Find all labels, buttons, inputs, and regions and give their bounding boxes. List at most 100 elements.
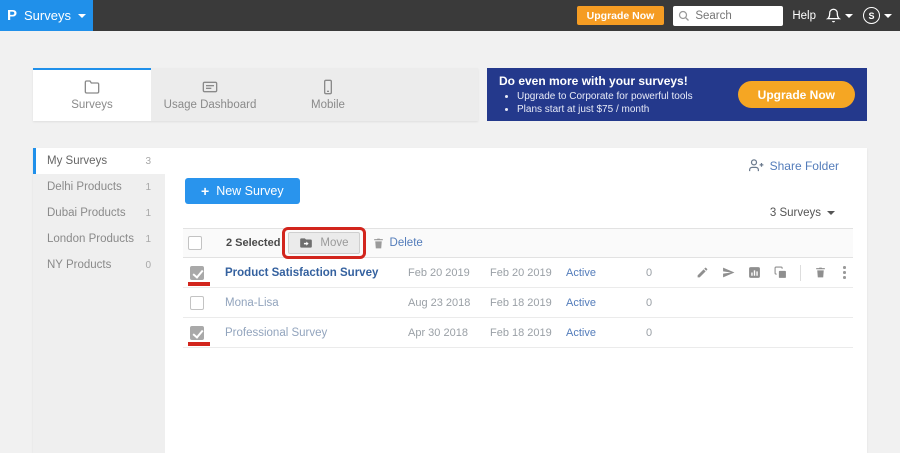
sidebar-item-my-surveys[interactable]: My Surveys 3 (33, 148, 165, 174)
proprofs-logo: P (7, 7, 17, 24)
modified-date: Feb 20 2019 (490, 267, 566, 279)
app-switcher-dropdown[interactable]: P Surveys (0, 0, 93, 31)
delete-button[interactable]: Delete (372, 237, 423, 250)
folder-label: Dubai Products (47, 207, 126, 219)
pencil-icon (696, 266, 709, 279)
move-button-wrap: Move (288, 232, 359, 254)
banner-bullet: Plans start at just $75 / month (517, 103, 693, 116)
actions-divider (800, 265, 801, 281)
move-button[interactable]: Move (288, 232, 359, 254)
trash-icon (372, 237, 385, 250)
dashboard-icon (202, 79, 218, 95)
tab-surveys[interactable]: Surveys (33, 68, 151, 121)
mobile-icon (320, 79, 336, 95)
promo-banner: Do even more with your surveys! Upgrade … (487, 68, 867, 121)
send-button[interactable] (722, 266, 735, 279)
chevron-down-icon (78, 14, 86, 18)
tab-label: Mobile (311, 99, 345, 111)
folder-label: NY Products (47, 259, 111, 271)
share-folder-link[interactable]: Share Folder (749, 158, 839, 173)
avatar: S (863, 7, 880, 24)
tab-label: Usage Dashboard (164, 99, 257, 111)
reports-button[interactable] (748, 266, 761, 279)
banner-title: Do even more with your surveys! (499, 74, 688, 88)
modified-date: Feb 18 2019 (490, 327, 566, 339)
account-dropdown[interactable]: S (863, 7, 892, 24)
bell-icon (826, 8, 841, 23)
modified-date: Feb 18 2019 (490, 297, 566, 309)
upgrade-now-button[interactable]: Upgrade Now (577, 6, 665, 25)
chevron-down-icon (827, 211, 835, 215)
surveys-content: Share Folder + New Survey 3 Surveys 2 Se… (165, 148, 867, 453)
folder-label: London Products (47, 233, 134, 245)
row-checkbox-cell (183, 318, 218, 347)
banner-upgrade-button[interactable]: Upgrade Now (738, 81, 855, 108)
row-checkbox-cell (183, 258, 218, 287)
folder-count: 1 (145, 182, 151, 193)
select-all-checkbox[interactable] (188, 236, 202, 250)
status-link[interactable]: Active (566, 297, 646, 309)
surveys-count-label: 3 Surveys (770, 207, 821, 219)
sidebar-item-ny-products[interactable]: NY Products 0 (33, 252, 165, 278)
banner-bullets: Upgrade to Corporate for powerful tools … (517, 90, 693, 116)
delete-label: Delete (390, 237, 423, 249)
row-checkbox[interactable] (190, 266, 204, 280)
surveys-count-dropdown[interactable]: 3 Surveys (770, 207, 835, 219)
bar-chart-icon (748, 266, 761, 279)
sidebar-item-dubai-products[interactable]: Dubai Products 1 (33, 200, 165, 226)
annotation-underline (188, 282, 210, 286)
tab-usage-dashboard[interactable]: Usage Dashboard (151, 68, 269, 121)
move-label: Move (320, 237, 348, 249)
banner-bullet: Upgrade to Corporate for powerful tools (517, 90, 693, 103)
notifications-dropdown[interactable] (826, 8, 853, 23)
search-icon (678, 10, 690, 22)
folder-count: 3 (145, 156, 151, 167)
table-row: Professional Survey Apr 30 2018 Feb 18 2… (183, 318, 853, 348)
table-row: Product Satisfaction Survey Feb 20 2019 … (183, 258, 853, 288)
row-checkbox[interactable] (190, 326, 204, 340)
survey-title-link[interactable]: Professional Survey (218, 327, 408, 339)
duplicate-button[interactable] (774, 266, 787, 279)
folder-count: 1 (145, 208, 151, 219)
share-folder-label: Share Folder (770, 159, 839, 173)
bulk-action-bar: 2 Selected Move Delete (183, 228, 853, 258)
chevron-down-icon (884, 14, 892, 18)
status-link[interactable]: Active (566, 267, 646, 279)
annotation-underline (188, 342, 210, 346)
copy-icon (774, 266, 787, 279)
table-row: Mona-Lisa Aug 23 2018 Feb 18 2019 Active… (183, 288, 853, 318)
survey-title-link[interactable]: Mona-Lisa (218, 297, 408, 309)
plus-icon: + (201, 183, 209, 199)
folder-label: Delhi Products (47, 181, 122, 193)
help-link[interactable]: Help (792, 10, 816, 22)
new-survey-button[interactable]: + New Survey (185, 178, 300, 204)
survey-title-link[interactable]: Product Satisfaction Survey (218, 267, 408, 279)
row-checkbox-cell (183, 288, 218, 317)
surveys-panel: My Surveys 3 Delhi Products 1 Dubai Prod… (33, 148, 867, 453)
new-survey-label: New Survey (216, 184, 283, 198)
sidebar-item-delhi-products[interactable]: Delhi Products 1 (33, 174, 165, 200)
paper-plane-icon (722, 266, 735, 279)
folder-label: My Surveys (47, 155, 107, 167)
share-user-plus-icon (749, 158, 764, 173)
trash-icon (814, 266, 827, 279)
move-folder-icon (299, 236, 313, 250)
edit-button[interactable] (696, 266, 709, 279)
status-link[interactable]: Active (566, 327, 646, 339)
more-options-button[interactable] (840, 264, 849, 281)
folder-icon (84, 79, 100, 95)
tab-mobile[interactable]: Mobile (269, 68, 387, 121)
created-date: Feb 20 2019 (408, 267, 490, 279)
responses-count: 0 (646, 267, 696, 279)
surveys-table: 2 Selected Move Delete (183, 228, 853, 348)
created-date: Aug 23 2018 (408, 297, 490, 309)
search-box (673, 6, 783, 26)
responses-count: 0 (646, 297, 696, 309)
row-checkbox[interactable] (190, 296, 204, 310)
sidebar-item-london-products[interactable]: London Products 1 (33, 226, 165, 252)
app-menu-label: Surveys (24, 8, 71, 23)
delete-row-button[interactable] (814, 266, 827, 279)
row-actions (696, 264, 857, 281)
responses-count: 0 (646, 327, 696, 339)
created-date: Apr 30 2018 (408, 327, 490, 339)
